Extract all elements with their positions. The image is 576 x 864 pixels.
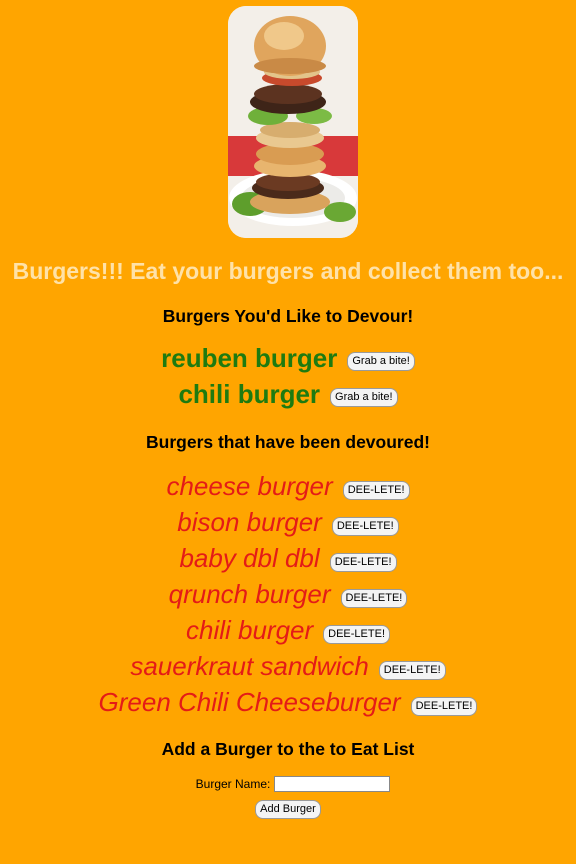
burger-name: cheese burger [166, 471, 333, 501]
page: Burgers!!! Eat your burgers and collect … [0, 0, 576, 864]
delete-button[interactable]: DEE-LETE! [378, 661, 446, 680]
delete-button[interactable]: DEE-LETE! [340, 589, 408, 608]
devoured-item: cheese burger DEE-LETE! [0, 471, 576, 502]
burger-name: Green Chili Cheeseburger [98, 687, 401, 717]
devoured-item: sauerkraut sandwich DEE-LETE! [0, 651, 576, 682]
devoured-item: bison burger DEE-LETE! [0, 507, 576, 538]
page-title: Burgers!!! Eat your burgers and collect … [12, 258, 564, 284]
devoured-item: qrunch burger DEE-LETE! [0, 579, 576, 610]
submit-row: Add Burger [0, 800, 576, 819]
burger-name: bison burger [177, 507, 322, 537]
delete-button[interactable]: DEE-LETE! [331, 517, 399, 536]
burger-name: chili burger [178, 379, 321, 409]
burger-name: reuben burger [161, 343, 338, 373]
burger-name: sauerkraut sandwich [130, 651, 369, 681]
to-eat-item: chili burger Grab a bite! [0, 379, 576, 410]
delete-button[interactable]: DEE-LETE! [323, 625, 391, 644]
to-eat-item: reuben burger Grab a bite! [0, 343, 576, 374]
add-burger-form: Burger Name: [0, 776, 576, 792]
burger-name-label: Burger Name: [195, 777, 271, 791]
delete-button[interactable]: DEE-LETE! [410, 697, 478, 716]
devoured-item: baby dbl dbl DEE-LETE! [0, 543, 576, 574]
to-eat-heading: Burgers You'd Like to Devour! [162, 306, 414, 326]
devoured-item: Green Chili Cheeseburger DEE-LETE! [0, 687, 576, 718]
delete-button[interactable]: DEE-LETE! [342, 481, 410, 500]
burger-name-input[interactable] [274, 776, 391, 792]
burger-name: chili burger [185, 615, 314, 645]
delete-button[interactable]: DEE-LETE! [329, 553, 397, 572]
devoured-heading: Burgers that have been devoured! [146, 432, 430, 452]
add-burger-button[interactable]: Add Burger [255, 800, 321, 819]
add-burger-heading: Add a Burger to the to Eat List [161, 739, 415, 759]
devoured-item: chili burger DEE-LETE! [0, 615, 576, 646]
grab-a-bite-button[interactable]: Grab a bite! [330, 388, 398, 407]
grab-a-bite-button[interactable]: Grab a bite! [347, 352, 415, 371]
burger-stack-image [228, 6, 358, 238]
burger-name: qrunch burger [168, 579, 331, 609]
burger-name: baby dbl dbl [179, 543, 320, 573]
